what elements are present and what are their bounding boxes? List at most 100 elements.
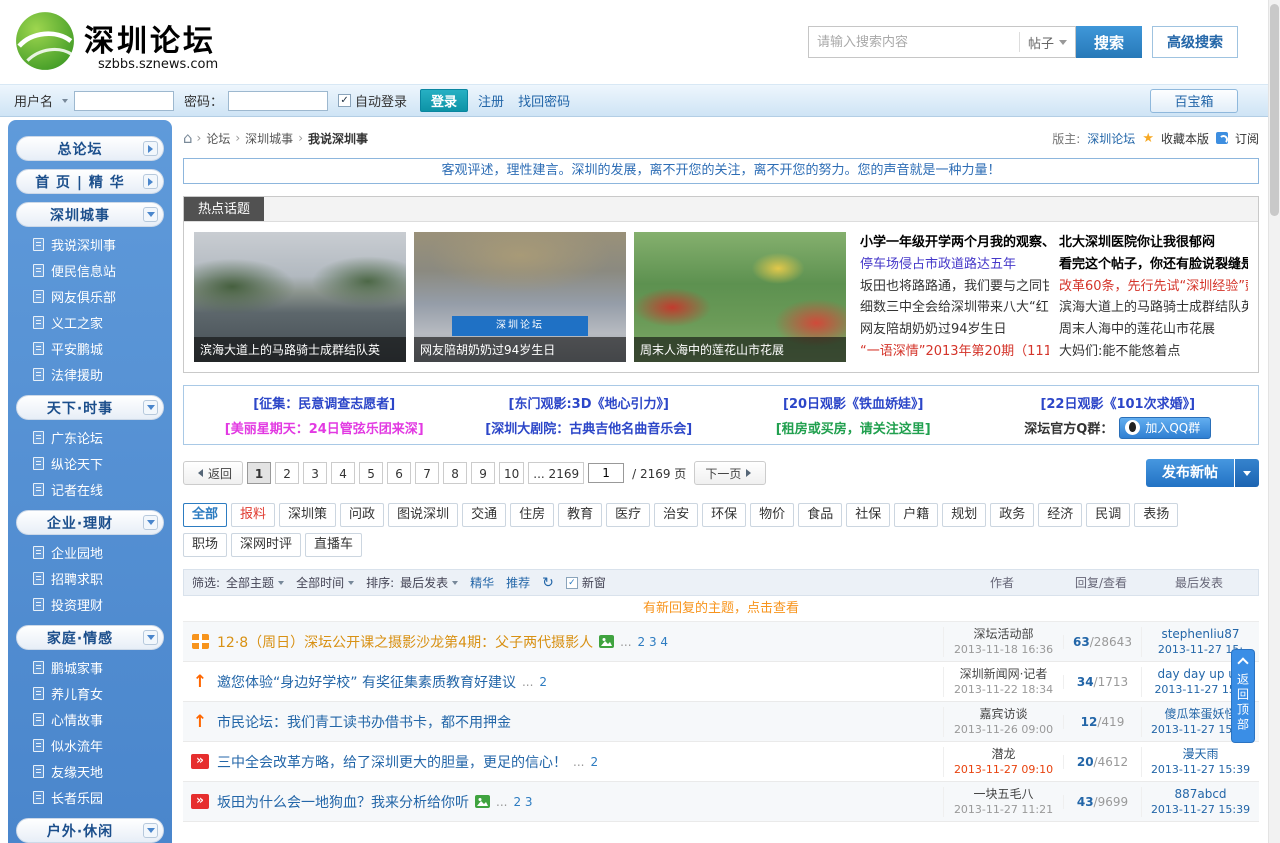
thread-author-link[interactable]: 深圳新闻网·记者	[960, 667, 1048, 681]
recommend-link[interactable]: 推荐	[506, 574, 530, 591]
username-field[interactable]	[74, 91, 174, 111]
thread-title-link[interactable]: 邀您体验“身边好学校” 有奖征集素质教育好建议	[217, 672, 516, 692]
hot-topic-link[interactable]: 北大深圳医院你让我很郁闷	[1059, 232, 1248, 253]
announcement-link[interactable]: [深圳大剧院：古典吉他名曲音乐会]	[457, 418, 722, 437]
page-number-button[interactable]: 1	[247, 462, 271, 484]
page-number-button[interactable]: 8	[443, 462, 467, 484]
page-jump-input[interactable]	[588, 463, 624, 483]
category-tab[interactable]: 职场	[183, 533, 227, 557]
page-number-button[interactable]: 2	[275, 462, 299, 484]
category-tab[interactable]: 住房	[510, 503, 554, 527]
category-tab[interactable]: 深圳策	[279, 503, 336, 527]
auto-login-checkbox[interactable]	[338, 94, 351, 107]
filter-time-dropdown[interactable]: 全部时间	[296, 574, 354, 591]
sidebar-item[interactable]: 义工之家	[15, 309, 165, 335]
favorite-board-link[interactable]: 收藏本版	[1161, 130, 1209, 147]
new-reply-notice[interactable]: 有新回复的主题，点击查看	[183, 596, 1259, 622]
back-to-top-button[interactable]: 返回顶部	[1232, 650, 1254, 742]
sidebar-item[interactable]: 长者乐园	[15, 784, 165, 810]
sidebar-section-outdoor-leisure[interactable]: 户外·休闲	[16, 818, 164, 843]
subscribe-link[interactable]: 订阅	[1235, 130, 1259, 147]
thread-page-links[interactable]: 2 3 4	[638, 635, 669, 649]
category-tab[interactable]: 物价	[750, 503, 794, 527]
category-tab[interactable]: 户籍	[894, 503, 938, 527]
sidebar-item[interactable]: 法律援助	[15, 361, 165, 387]
thread-title-link[interactable]: 三中全会改革方略，给了深圳更大的胆量，更足的信心！	[217, 752, 567, 772]
sidebar-item[interactable]: 招聘求职	[15, 565, 165, 591]
announcement-link[interactable]: [美丽星期天：24日管弦乐团来深]	[192, 418, 457, 437]
thread-title-link[interactable]: 12·8（周日）深坛公开课之摄影沙龙第4期：父子两代摄影人	[217, 632, 593, 652]
category-tab[interactable]: 深网时评	[231, 533, 301, 557]
sidebar-item[interactable]: 投资理财	[15, 591, 165, 617]
hot-topic-link[interactable]: 小学一年级开学两个月我的观察、	[860, 232, 1049, 253]
forgot-password-link[interactable]: 找回密码	[518, 91, 570, 110]
sidebar-section-world-news[interactable]: 天下·时事	[16, 395, 164, 420]
site-logo[interactable]	[14, 10, 76, 72]
hot-topic-link[interactable]: 看完这个帖子，你还有脸说裂缝是	[1059, 254, 1248, 275]
moderator-link[interactable]: 深圳论坛	[1087, 130, 1135, 147]
hot-topic-link[interactable]: 坂田也将路路通，我们要与之同甘	[860, 276, 1049, 297]
thread-title-link[interactable]: 坂田为什么会一地狗血？我来分析给你听	[217, 792, 469, 812]
hot-topic-link[interactable]: 周末人海中的莲花山市花展	[1059, 319, 1248, 340]
thread-page-links[interactable]: 2	[590, 755, 598, 769]
category-tab[interactable]: 规划	[942, 503, 986, 527]
category-tab[interactable]: 治安	[654, 503, 698, 527]
breadcrumb-section[interactable]: 深圳城事	[245, 130, 293, 147]
lastpost-author-link[interactable]: 漫天雨	[1142, 747, 1259, 762]
search-button[interactable]: 搜索	[1076, 26, 1142, 58]
hot-topic-link[interactable]: 滨海大道上的马路骑士成群结队英	[1059, 297, 1248, 318]
page-number-button[interactable]: 6	[387, 462, 411, 484]
sidebar-item[interactable]: 企业园地	[15, 539, 165, 565]
category-tab[interactable]: 民调	[1086, 503, 1130, 527]
page-number-button[interactable]: 9	[471, 462, 495, 484]
sidebar-item[interactable]: 平安鹏城	[15, 335, 165, 361]
thread-author-link[interactable]: 嘉宾访谈	[979, 707, 1027, 721]
hot-card-birthday[interactable]: 深圳论坛 网友陪胡奶奶过94岁生日	[414, 232, 626, 362]
advanced-search-button[interactable]: 高级搜索	[1152, 26, 1238, 58]
new-post-button[interactable]: 发布新帖	[1146, 459, 1259, 487]
sidebar-item[interactable]: 心情故事	[15, 706, 165, 732]
category-tab[interactable]: 图说深圳	[388, 503, 458, 527]
category-tab[interactable]: 全部	[183, 503, 227, 527]
sidebar-item[interactable]: 似水流年	[15, 732, 165, 758]
category-tab[interactable]: 食品	[798, 503, 842, 527]
category-tab[interactable]: 报料	[231, 503, 275, 527]
toolbox-button[interactable]: 百宝箱	[1150, 89, 1238, 113]
lastpost-author-link[interactable]: stephenliu87	[1142, 627, 1259, 642]
sidebar-section-city-affairs[interactable]: 深圳城事	[16, 202, 164, 227]
sidebar-section-business-finance[interactable]: 企业·理财	[16, 510, 164, 535]
sidebar-item[interactable]: 鹏城家事	[15, 654, 165, 680]
next-page-button[interactable]: 下一页	[694, 461, 766, 485]
announcement-link[interactable]: [东门观影:3D《地心引力》]	[457, 393, 722, 412]
sidebar-item[interactable]: 记者在线	[15, 476, 165, 502]
join-qq-button[interactable]: 加入QQ群	[1119, 417, 1211, 439]
lastpost-time-link[interactable]: 2013-11-27 15:39	[1151, 763, 1250, 776]
announcement-link[interactable]: [22日观影《101次求婚》]	[986, 393, 1251, 412]
thread-author-link[interactable]: 深坛活动部	[973, 627, 1033, 641]
announcement-link[interactable]: [租房或买房，请关注这里]	[721, 418, 986, 437]
thread-page-links[interactable]: 2	[539, 675, 547, 689]
hot-card-flower-show[interactable]: 周末人海中的莲花山市花展	[634, 232, 846, 362]
announcement-link[interactable]: [20日观影《铁血娇娃》]	[721, 393, 986, 412]
announcement-link[interactable]: [征集：民意调查志愿者]	[192, 393, 457, 412]
category-tab[interactable]: 政务	[990, 503, 1034, 527]
filter-scope-dropdown[interactable]: 全部主题	[226, 574, 284, 591]
vertical-scrollbar[interactable]	[1268, 0, 1280, 843]
hot-topic-link[interactable]: 大妈们:能不能悠着点	[1059, 341, 1248, 362]
sidebar-item[interactable]: 养儿育女	[15, 680, 165, 706]
sidebar-item[interactable]: 网友俱乐部	[15, 283, 165, 309]
hot-topic-link[interactable]: 网友陪胡奶奶过94岁生日	[860, 319, 1049, 340]
page-number-button[interactable]: 3	[303, 462, 327, 484]
hot-card-street[interactable]: 滨海大道上的马路骑士成群结队英	[194, 232, 406, 362]
search-type-dropdown[interactable]: 帖子	[1019, 32, 1075, 52]
hot-topic-link[interactable]: 细数三中全会给深圳带来八大“红	[860, 297, 1049, 318]
login-button[interactable]: 登录	[420, 89, 468, 112]
page-number-button[interactable]: 10	[499, 462, 524, 484]
sidebar-section-family-emotion[interactable]: 家庭·情感	[16, 625, 164, 650]
new-window-checkbox[interactable]: 新窗	[566, 574, 606, 591]
new-post-dropdown[interactable]	[1235, 459, 1259, 487]
sidebar-item[interactable]: 我说深圳事	[15, 231, 165, 257]
hot-topic-link[interactable]: “一语深情”2013年第20期（1111-	[860, 341, 1049, 362]
digest-link[interactable]: 精华	[470, 574, 494, 591]
page-number-button[interactable]: 7	[415, 462, 439, 484]
